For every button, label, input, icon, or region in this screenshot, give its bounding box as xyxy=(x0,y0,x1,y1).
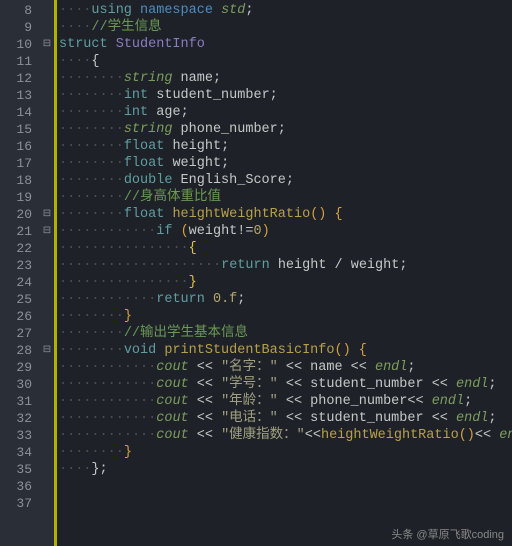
code-line[interactable]: ········double English_Score; xyxy=(59,172,512,189)
fold-toggle xyxy=(40,2,54,19)
code-line[interactable]: ············cout << "学号：" << student_num… xyxy=(59,376,512,393)
fold-toggle xyxy=(40,478,54,495)
line-number-gutter[interactable]: 8910111213141516171819202122232425262728… xyxy=(0,0,40,546)
fold-toggle[interactable]: ⊟ xyxy=(40,36,54,53)
fold-toggle xyxy=(40,155,54,172)
code-line[interactable]: ············cout << "名字：" << name << end… xyxy=(59,359,512,376)
line-number[interactable]: 16 xyxy=(0,138,40,155)
fold-toggle xyxy=(40,53,54,70)
line-number[interactable]: 23 xyxy=(0,257,40,274)
fold-toggle xyxy=(40,444,54,461)
code-line[interactable]: ····//学生信息 xyxy=(59,19,512,36)
code-line[interactable]: ····{ xyxy=(59,53,512,70)
code-line[interactable]: ········//身高体重比值 xyxy=(59,189,512,206)
line-number[interactable]: 37 xyxy=(0,495,40,512)
fold-toggle xyxy=(40,104,54,121)
line-number[interactable]: 33 xyxy=(0,427,40,444)
line-number[interactable]: 9 xyxy=(0,19,40,36)
line-number[interactable]: 29 xyxy=(0,359,40,376)
line-number[interactable]: 34 xyxy=(0,444,40,461)
fold-toggle xyxy=(40,70,54,87)
fold-toggle[interactable]: ⊟ xyxy=(40,206,54,223)
fold-toggle xyxy=(40,257,54,274)
code-line[interactable]: ········} xyxy=(59,444,512,461)
line-number[interactable]: 32 xyxy=(0,410,40,427)
code-line[interactable] xyxy=(59,495,512,512)
fold-toggle xyxy=(40,359,54,376)
fold-toggle xyxy=(40,376,54,393)
watermark: 头条 @草原飞歌coding xyxy=(391,526,504,542)
fold-toggle[interactable]: ⊟ xyxy=(40,223,54,240)
code-line[interactable]: ········float height; xyxy=(59,138,512,155)
code-line[interactable]: ········float heightWeightRatio() { xyxy=(59,206,512,223)
code-line[interactable]: ········} xyxy=(59,308,512,325)
fold-toggle xyxy=(40,308,54,325)
code-line[interactable]: ············cout << "健康指数："<<heightWeigh… xyxy=(59,427,512,444)
code-line[interactable]: ········void printStudentBasicInfo() { xyxy=(59,342,512,359)
fold-toggle xyxy=(40,325,54,342)
line-number[interactable]: 13 xyxy=(0,87,40,104)
fold-toggle xyxy=(40,240,54,257)
code-line[interactable]: struct StudentInfo xyxy=(59,36,512,53)
line-number[interactable]: 22 xyxy=(0,240,40,257)
line-number[interactable]: 25 xyxy=(0,291,40,308)
line-number[interactable]: 27 xyxy=(0,325,40,342)
line-number[interactable]: 11 xyxy=(0,53,40,70)
line-number[interactable]: 36 xyxy=(0,478,40,495)
code-line[interactable]: ····}; xyxy=(59,461,512,478)
fold-toggle xyxy=(40,274,54,291)
fold-toggle xyxy=(40,189,54,206)
line-number[interactable]: 18 xyxy=(0,172,40,189)
code-area[interactable]: ····using namespace std;····//学生信息struct… xyxy=(57,0,512,546)
line-number[interactable]: 15 xyxy=(0,121,40,138)
fold-toggle xyxy=(40,393,54,410)
line-number[interactable]: 28 xyxy=(0,342,40,359)
fold-toggle xyxy=(40,172,54,189)
code-line[interactable]: ············if (weight!=0) xyxy=(59,223,512,240)
code-line[interactable]: ············cout << "年龄：" << phone_numbe… xyxy=(59,393,512,410)
line-number[interactable]: 20 xyxy=(0,206,40,223)
code-line[interactable]: ········//输出学生基本信息 xyxy=(59,325,512,342)
code-line[interactable]: ········int student_number; xyxy=(59,87,512,104)
line-number[interactable]: 10 xyxy=(0,36,40,53)
fold-toggle xyxy=(40,291,54,308)
fold-toggle xyxy=(40,138,54,155)
fold-toggle[interactable]: ⊟ xyxy=(40,342,54,359)
fold-toggle xyxy=(40,19,54,36)
line-number[interactable]: 8 xyxy=(0,2,40,19)
code-editor: 8910111213141516171819202122232425262728… xyxy=(0,0,512,546)
code-line[interactable]: ········int age; xyxy=(59,104,512,121)
line-number[interactable]: 17 xyxy=(0,155,40,172)
code-line[interactable]: ····················return height / weig… xyxy=(59,257,512,274)
line-number[interactable]: 12 xyxy=(0,70,40,87)
code-line[interactable]: ········string phone_number; xyxy=(59,121,512,138)
code-line[interactable]: ················} xyxy=(59,274,512,291)
fold-toggle xyxy=(40,495,54,512)
line-number[interactable]: 26 xyxy=(0,308,40,325)
fold-toggle xyxy=(40,410,54,427)
fold-toggle xyxy=(40,427,54,444)
line-number[interactable]: 19 xyxy=(0,189,40,206)
fold-toggle xyxy=(40,121,54,138)
code-line[interactable]: ········string name; xyxy=(59,70,512,87)
line-number[interactable]: 35 xyxy=(0,461,40,478)
line-number[interactable]: 31 xyxy=(0,393,40,410)
code-line[interactable] xyxy=(59,478,512,495)
code-line[interactable]: ····using namespace std; xyxy=(59,2,512,19)
code-line[interactable]: ········float weight; xyxy=(59,155,512,172)
fold-toggle xyxy=(40,461,54,478)
line-number[interactable]: 14 xyxy=(0,104,40,121)
code-line[interactable]: ············return 0.f; xyxy=(59,291,512,308)
line-number[interactable]: 30 xyxy=(0,376,40,393)
fold-column[interactable]: ⊟⊟⊟⊟ xyxy=(40,0,54,546)
line-number[interactable]: 21 xyxy=(0,223,40,240)
code-line[interactable]: ················{ xyxy=(59,240,512,257)
fold-toggle xyxy=(40,87,54,104)
line-number[interactable]: 24 xyxy=(0,274,40,291)
code-line[interactable]: ············cout << "电话：" << student_num… xyxy=(59,410,512,427)
